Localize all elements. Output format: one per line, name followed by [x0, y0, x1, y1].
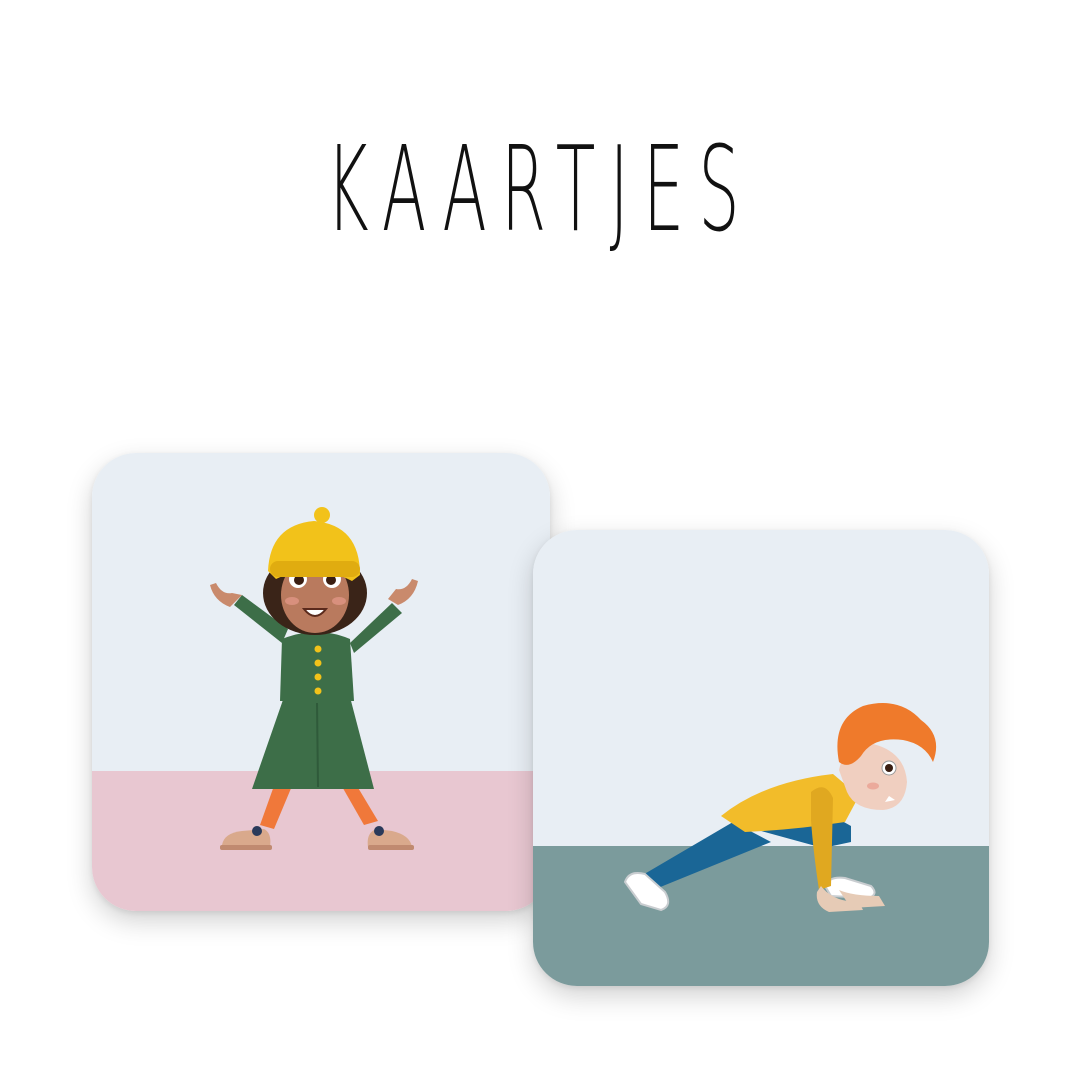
girl-star-jump-illustration: [92, 453, 550, 911]
exercise-card-boy: [533, 530, 989, 986]
boy-bear-crawl-illustration: [533, 530, 989, 986]
exercise-card-girl: [92, 453, 550, 911]
page-title: KAARTJES: [326, 120, 754, 258]
